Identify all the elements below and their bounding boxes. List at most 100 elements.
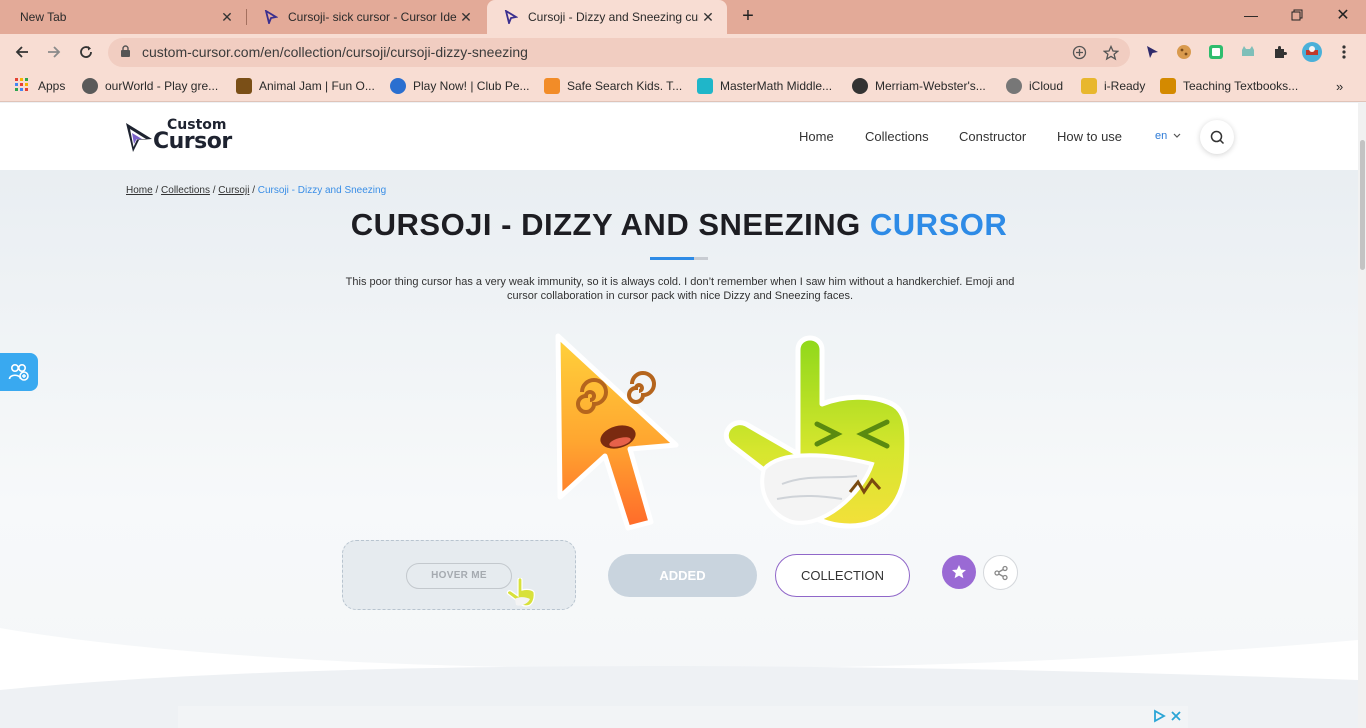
browser-toolbar: custom-cursor.com/en/collection/cursoji/… xyxy=(0,34,1366,71)
site-logo[interactable]: Custom Cursor xyxy=(124,117,244,157)
nav-how-to-use[interactable]: How to use xyxy=(1057,129,1122,144)
language-selector[interactable]: en xyxy=(1155,130,1181,142)
bookmark-animal-jam[interactable]: Animal Jam | Fun O... xyxy=(236,75,375,97)
star-icon xyxy=(952,565,966,579)
share-button[interactable] xyxy=(983,555,1018,590)
search-icon xyxy=(1210,130,1224,144)
bookmark-ourworld[interactable]: ourWorld - Play gre... xyxy=(82,75,218,97)
favorite-button[interactable] xyxy=(942,555,976,589)
ourworld-icon xyxy=(82,78,98,94)
scrollbar-thumb[interactable] xyxy=(1360,140,1365,270)
bookmark-teaching-textbooks[interactable]: Teaching Textbooks... xyxy=(1160,75,1298,97)
nav-constructor[interactable]: Constructor xyxy=(959,129,1026,144)
hover-me-button[interactable]: HOVER ME xyxy=(406,563,512,589)
language-code: en xyxy=(1155,130,1168,142)
accessibility-widget-button[interactable] xyxy=(0,353,38,391)
bookmark-merriam-webster[interactable]: Merriam-Webster's... xyxy=(852,75,986,97)
nav-collections[interactable]: Collections xyxy=(865,129,929,144)
sneezing-hand-cursor-image xyxy=(723,335,910,529)
nav-home[interactable]: Home xyxy=(799,129,834,144)
custom-cursor-extension-icon[interactable] xyxy=(1141,41,1163,63)
tab-cursoji-sick[interactable]: Cursoji- sick cursor - Cursor Ideas ✕ xyxy=(247,0,485,34)
bookmark-label: MasterMath Middle... xyxy=(720,79,833,93)
more-bookmarks-chevron-icon[interactable]: » xyxy=(1336,75,1343,97)
users-icon xyxy=(8,363,29,381)
apps-grid-icon xyxy=(15,78,31,94)
title-underline xyxy=(650,257,708,260)
reload-icon[interactable] xyxy=(72,38,100,66)
ad-close-icon[interactable] xyxy=(1169,709,1183,723)
new-tab-plus-icon[interactable]: + xyxy=(736,5,760,29)
forward-arrow-icon[interactable] xyxy=(40,38,68,66)
close-icon[interactable]: ✕ xyxy=(699,8,717,26)
tab-title: Cursoji - Dizzy and Sneezing cursor xyxy=(528,10,699,24)
i-ready-icon xyxy=(1081,78,1097,94)
paw-icon xyxy=(236,78,252,94)
search-button[interactable] xyxy=(1200,120,1234,154)
ad-controls xyxy=(1152,709,1183,723)
bookmark-label: Animal Jam | Fun O... xyxy=(259,79,375,93)
cursor-favicon-icon xyxy=(263,9,279,25)
lock-icon xyxy=(120,45,131,63)
bookmark-label: i-Ready xyxy=(1104,79,1146,93)
bookmark-label: Apps xyxy=(38,79,66,93)
breadcrumb-home[interactable]: Home xyxy=(126,185,153,196)
page-description: This poor thing cursor has a very weak i… xyxy=(345,276,1015,302)
bookmark-apps[interactable]: Apps xyxy=(15,75,65,97)
tab-title: Cursoji- sick cursor - Cursor Ideas xyxy=(288,10,457,24)
cursor-favicon-icon xyxy=(503,9,519,25)
logo-text-bottom: Cursor xyxy=(153,129,232,154)
close-icon[interactable]: ✕ xyxy=(457,8,475,26)
adchoices-icon[interactable] xyxy=(1152,709,1166,723)
page-title: CURSOJI - DIZZY AND SNEEZING CURSOR xyxy=(0,207,1358,243)
profile-avatar-icon[interactable] xyxy=(1301,41,1323,63)
breadcrumb-collections[interactable]: Collections xyxy=(161,185,210,196)
more-menu-icon[interactable] xyxy=(1333,41,1355,63)
globe-icon xyxy=(852,78,868,94)
tab-title: New Tab xyxy=(20,10,67,24)
bookmark-label: ourWorld - Play gre... xyxy=(105,79,219,93)
tab-new-tab[interactable]: New Tab ✕ xyxy=(0,0,246,34)
bookmark-label: iCloud xyxy=(1029,79,1064,93)
apple-icon xyxy=(1006,78,1022,94)
green-extension-icon[interactable] xyxy=(1205,41,1227,63)
breadcrumb-cursoji[interactable]: Cursoji xyxy=(218,185,249,196)
tab-cursoji-dizzy[interactable]: Cursoji - Dizzy and Sneezing cursor ✕ xyxy=(487,0,727,34)
back-arrow-icon[interactable] xyxy=(8,38,36,66)
collection-button[interactable]: COLLECTION xyxy=(775,554,910,597)
added-button[interactable]: ADDED xyxy=(608,554,757,597)
address-bar[interactable]: custom-cursor.com/en/collection/cursoji/… xyxy=(108,38,1130,67)
window-close-icon[interactable]: ✕ xyxy=(1320,0,1366,30)
bookmark-label: Safe Search Kids. T... xyxy=(567,79,683,93)
teaching-textbooks-icon xyxy=(1160,78,1176,94)
url-text: custom-cursor.com/en/collection/cursoji/… xyxy=(142,44,528,60)
bookmark-mastermath[interactable]: MasterMath Middle... xyxy=(697,75,832,97)
breadcrumb: Home / Collections / Cursoji / Cursoji -… xyxy=(126,185,386,196)
bookmark-safe-search-kids[interactable]: Safe Search Kids. T... xyxy=(544,75,682,97)
breadcrumb-separator: / xyxy=(252,185,255,196)
sneezing-hand-cursor-preview-icon xyxy=(506,578,535,607)
chevron-down-icon xyxy=(1173,133,1181,138)
breadcrumb-current: Cursoji - Dizzy and Sneezing xyxy=(257,185,387,196)
share-icon xyxy=(993,565,1008,580)
mastermath-m-icon xyxy=(697,78,713,94)
tab-strip: New Tab ✕ Cursoji- sick cursor - Cursor … xyxy=(0,0,1366,34)
extensions-puzzle-icon[interactable] xyxy=(1269,41,1291,63)
install-app-icon[interactable] xyxy=(1072,45,1087,65)
cookie-extension-icon[interactable] xyxy=(1173,41,1195,63)
close-icon[interactable]: ✕ xyxy=(218,8,236,26)
bookmark-icloud[interactable]: iCloud xyxy=(1006,75,1063,97)
penguin-icon xyxy=(390,78,406,94)
ad-banner[interactable] xyxy=(178,706,1188,728)
breadcrumb-separator: / xyxy=(155,185,159,196)
breadcrumb-separator: / xyxy=(212,185,216,196)
bookmark-star-icon[interactable] xyxy=(1102,44,1120,66)
bookmark-club-penguin[interactable]: Play Now! | Club Pe... xyxy=(390,75,530,97)
logo-arrow-icon xyxy=(126,123,152,152)
minimize-icon[interactable]: — xyxy=(1228,0,1274,30)
bookmark-i-ready[interactable]: i-Ready xyxy=(1081,75,1145,97)
safe-search-s-icon xyxy=(544,78,560,94)
cat-extension-icon[interactable] xyxy=(1237,41,1259,63)
site-header: Custom Cursor Home Collections Construct… xyxy=(0,103,1358,170)
restore-icon[interactable] xyxy=(1274,0,1320,30)
